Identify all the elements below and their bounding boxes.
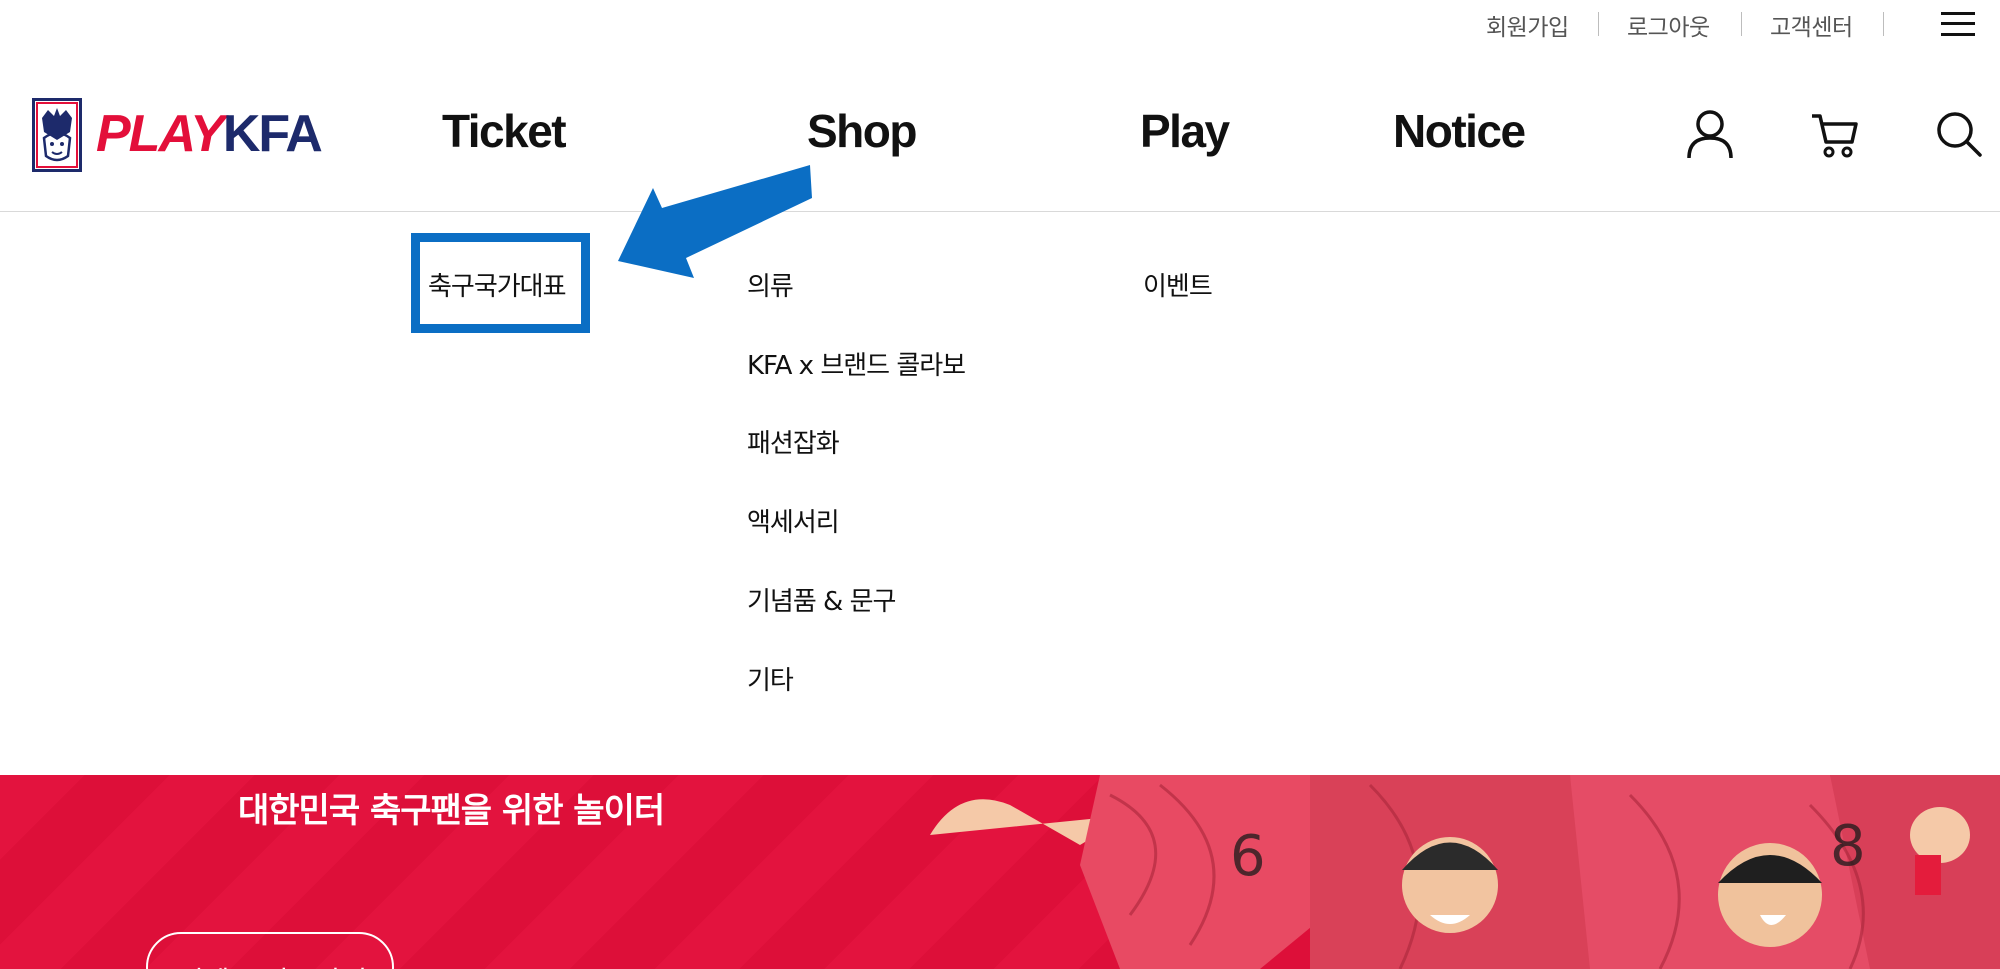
- players-photo: 6 8: [930, 775, 2000, 969]
- svg-text:8: 8: [1830, 814, 1866, 879]
- svg-text:6: 6: [1230, 824, 1266, 889]
- annotation-arrow-icon: [618, 165, 812, 278]
- logo-wordmark: PLAYKFA: [96, 104, 323, 164]
- signup-link[interactable]: 회원가입: [1486, 8, 1569, 42]
- utility-bar: 회원가입 로그아웃 고객센터: [0, 0, 2000, 50]
- hero-banner: 대한민국 축구팬을 위한 놀이터 이벤트 바로가기 6 8: [0, 775, 2000, 969]
- play-kfa-logo[interactable]: PLAYKFA: [32, 98, 323, 174]
- cart-icon[interactable]: [1810, 108, 1858, 160]
- submenu-fashion-goods[interactable]: 패션잡화: [747, 423, 840, 460]
- submenu-accessories[interactable]: 액세서리: [747, 502, 840, 539]
- event-shortcut-button[interactable]: 이벤트 바로가기: [146, 932, 394, 969]
- submenu-etc[interactable]: 기타: [747, 660, 794, 697]
- banner-title: 대한민국 축구팬을 위한 놀이터: [238, 791, 665, 831]
- header-divider: [0, 211, 2000, 212]
- search-icon[interactable]: [1935, 108, 1983, 160]
- nav-ticket[interactable]: Ticket: [442, 104, 567, 158]
- submenu-event[interactable]: 이벤트: [1143, 266, 1213, 303]
- nav-play[interactable]: Play: [1140, 104, 1230, 158]
- customer-center-link[interactable]: 고객센터: [1770, 8, 1853, 42]
- event-shortcut-label: 이벤트 바로가기: [178, 960, 367, 969]
- user-icon[interactable]: [1686, 108, 1734, 160]
- submenu-brand-collab[interactable]: KFA x 브랜드 콜라보: [747, 345, 966, 382]
- nav-notice[interactable]: Notice: [1393, 104, 1526, 158]
- logo-kfa-text: KFA: [222, 105, 323, 163]
- utility-divider: [1883, 12, 1884, 36]
- highlight-box: [411, 233, 590, 333]
- nav-shop[interactable]: Shop: [807, 104, 917, 158]
- utility-divider: [1741, 12, 1742, 36]
- utility-divider: [1598, 12, 1599, 36]
- logo-play-text: PLAY: [96, 105, 225, 163]
- hamburger-menu-icon[interactable]: [1941, 10, 1975, 38]
- kfa-crest-icon: [32, 98, 82, 172]
- logout-link[interactable]: 로그아웃: [1627, 8, 1710, 42]
- submenu-souvenirs-stationery[interactable]: 기념품 & 문구: [747, 581, 896, 618]
